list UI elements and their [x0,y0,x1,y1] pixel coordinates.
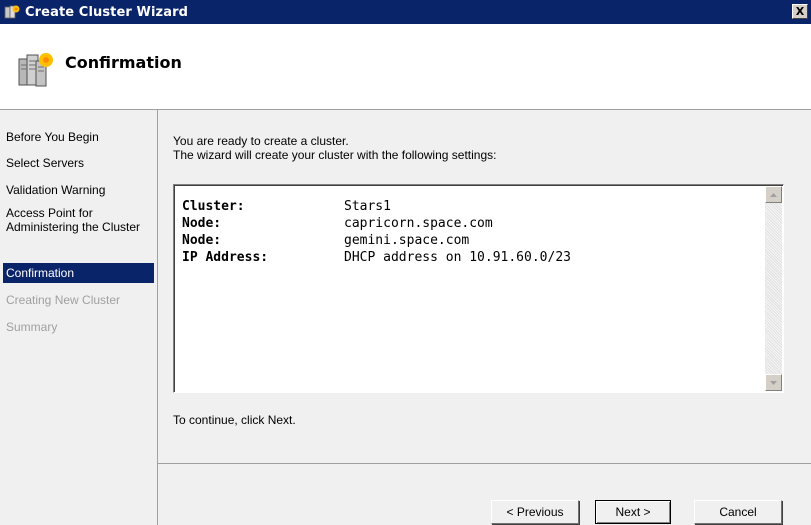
step-access-point[interactable]: Access Point for Administering the Clust… [3,206,154,234]
step-validation-warning[interactable]: Validation Warning [3,183,154,197]
window-title: Create Cluster Wizard [25,4,189,20]
setting-row: IP Address: DHCP address on 10.91.60.0/2… [182,249,571,266]
wizard-window: Create Cluster Wizard X Confirmation Bef… [0,0,811,525]
scroll-down-button[interactable] [765,374,782,391]
page-title: Confirmation [65,53,182,72]
setting-value: gemini.space.com [344,233,470,248]
step-summary: Summary [6,320,58,334]
setting-value: capricorn.space.com [344,216,493,231]
setting-row: Node: capricorn.space.com [182,215,571,232]
setting-value: Stars1 [344,199,391,214]
close-icon: X [795,5,805,18]
arrow-down-icon [770,380,777,385]
setting-key: IP Address: [182,250,269,265]
arrow-up-icon [770,192,777,197]
cancel-button[interactable]: Cancel [694,500,782,524]
intro-line-2: The wizard will create your cluster with… [173,148,497,162]
step-before-you-begin[interactable]: Before You Begin [3,130,154,144]
cluster-servers-icon [16,50,56,90]
setting-key: Node: [182,233,222,248]
wizard-steps: Before You Begin Select Servers Validati… [0,110,158,525]
close-button[interactable]: X [792,4,808,19]
intro-text: You are ready to create a cluster. The w… [173,134,496,162]
wizard-header: Confirmation [0,24,811,110]
next-button[interactable]: Next > [595,500,671,524]
continue-instruction: To continue, click Next. [173,413,296,427]
previous-button[interactable]: < Previous [491,500,579,524]
setting-key: Cluster: [182,199,245,214]
settings-summary-box[interactable]: Cluster: Stars1 Node: capricorn.space.co… [173,184,784,393]
setting-row: Node: gemini.space.com [182,232,571,249]
setting-row: Cluster: Stars1 [182,198,571,215]
step-select-servers[interactable]: Select Servers [3,156,154,170]
intro-line-1: You are ready to create a cluster. [173,134,349,148]
wizard-content: You are ready to create a cluster. The w… [158,110,811,525]
step-creating-new-cluster: Creating New Cluster [6,293,121,307]
button-bar: < Previous Next > Cancel [158,463,811,525]
vertical-scrollbar[interactable] [765,186,782,391]
setting-value: DHCP address on 10.91.60.0/23 [344,250,571,265]
cluster-icon [4,4,20,20]
step-confirmation[interactable]: Confirmation [3,263,154,283]
title-bar[interactable]: Create Cluster Wizard X [0,0,811,24]
setting-key: Node: [182,216,222,231]
scroll-up-button[interactable] [765,186,782,203]
